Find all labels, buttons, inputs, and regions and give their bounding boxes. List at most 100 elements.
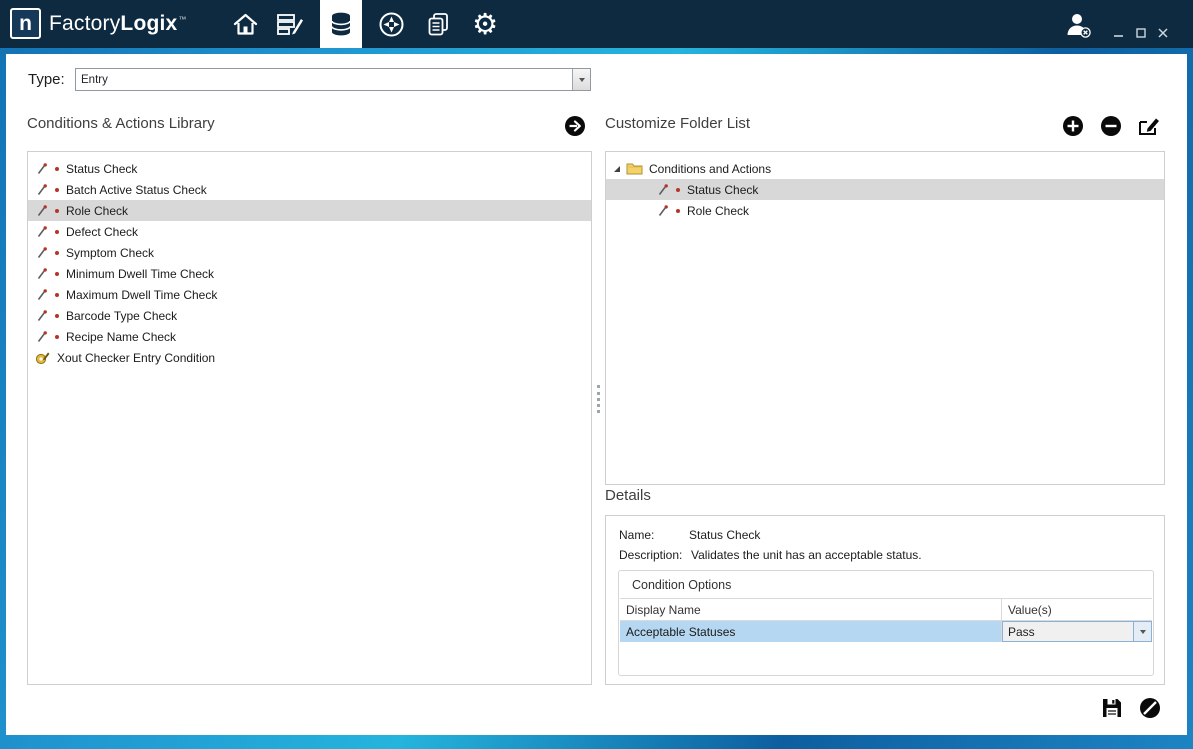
panel-splitter-handle[interactable]	[597, 385, 600, 413]
window-frame: Type: Entry Conditions & Actions Library…	[0, 48, 1193, 749]
chevron-down-icon	[1140, 630, 1146, 634]
bullet-icon	[676, 209, 680, 213]
list-item[interactable]: Defect Check	[28, 221, 591, 242]
type-dropdown-value: Entry	[76, 74, 572, 86]
tree-expander-icon[interactable]	[614, 166, 620, 172]
type-dropdown-arrow[interactable]	[572, 69, 590, 90]
option-display-name-cell[interactable]: Acceptable Statuses	[620, 621, 1002, 642]
list-item[interactable]: Batch Active Status Check	[28, 179, 591, 200]
tree-root-label: Conditions and Actions	[649, 162, 771, 176]
bullet-icon	[55, 209, 59, 213]
tree-root-item[interactable]: Conditions and Actions	[606, 158, 1164, 179]
list-item-label: Minimum Dwell Time Check	[66, 267, 214, 281]
table-header-row: Display Name Value(s)	[620, 599, 1152, 621]
process-plan-icon[interactable]	[269, 0, 311, 48]
remove-folder-button[interactable]	[1100, 115, 1122, 137]
folder-icon	[626, 162, 643, 175]
library-database-icon[interactable]	[320, 0, 362, 48]
condition-icon	[35, 330, 49, 344]
plus-icon	[1062, 115, 1084, 137]
folder-list-title: Customize Folder List	[605, 115, 750, 132]
tree-item-selected[interactable]: Status Check	[606, 179, 1164, 200]
condition-icon	[35, 246, 49, 260]
condition-options-table: Display Name Value(s) Acceptable Statuse…	[620, 598, 1152, 642]
gear-icon: ⚙	[472, 10, 498, 39]
condition-icon	[656, 183, 670, 197]
condition-icon	[35, 309, 49, 323]
column-header-display-name: Display Name	[620, 599, 1002, 620]
close-button[interactable]	[1154, 25, 1171, 41]
list-item[interactable]: Symptom Check	[28, 242, 591, 263]
list-item-label: Maximum Dwell Time Check	[66, 288, 217, 302]
minimize-icon	[1114, 28, 1124, 38]
xout-condition-icon	[35, 351, 50, 365]
detail-name-value: Status Check	[689, 528, 760, 542]
process-plan-icon-glyph	[276, 11, 304, 37]
save-button[interactable]	[1101, 697, 1123, 719]
cancel-button[interactable]	[1139, 697, 1161, 719]
list-item-selected[interactable]: Role Check	[28, 200, 591, 221]
main-content: Type: Entry Conditions & Actions Library…	[6, 54, 1187, 735]
maximize-icon	[1136, 28, 1146, 38]
condition-icon	[35, 267, 49, 281]
bullet-icon	[55, 272, 59, 276]
edit-folder-button[interactable]	[1137, 114, 1159, 136]
condition-icon	[35, 288, 49, 302]
detail-description-value: Validates the unit has an acceptable sta…	[691, 548, 922, 562]
bullet-icon	[676, 188, 680, 192]
list-item-label: Symptom Check	[66, 246, 154, 260]
condition-icon	[656, 204, 670, 218]
value-dropdown-arrow[interactable]	[1133, 622, 1151, 641]
list-item-label: Recipe Name Check	[66, 330, 176, 344]
minimize-button[interactable]	[1110, 25, 1127, 41]
condition-icon	[35, 183, 49, 197]
list-item-label: Batch Active Status Check	[66, 183, 207, 197]
list-item[interactable]: Barcode Type Check	[28, 305, 591, 326]
condition-icon	[35, 225, 49, 239]
bullet-icon	[55, 251, 59, 255]
bullet-icon	[55, 293, 59, 297]
documents-icon[interactable]	[417, 0, 459, 48]
option-value-cell[interactable]: Pass	[1002, 621, 1152, 642]
list-item[interactable]: Status Check	[28, 158, 591, 179]
type-dropdown[interactable]: Entry	[75, 68, 591, 91]
detail-description-label: Description:	[619, 548, 682, 562]
list-item[interactable]: Recipe Name Check	[28, 326, 591, 347]
bullet-icon	[55, 230, 59, 234]
user-logoff-icon[interactable]	[1063, 10, 1093, 40]
bullet-icon	[55, 188, 59, 192]
maximize-button[interactable]	[1132, 25, 1149, 41]
close-icon	[1158, 28, 1168, 38]
bullet-icon	[55, 335, 59, 339]
save-floppy-icon	[1101, 697, 1123, 719]
conditions-library-list[interactable]: Status Check Batch Active Status Check R…	[27, 151, 592, 685]
list-item[interactable]: Maximum Dwell Time Check	[28, 284, 591, 305]
move-right-button[interactable]	[564, 115, 586, 137]
brand-factory: Factory	[49, 12, 120, 36]
list-item[interactable]: Xout Checker Entry Condition	[28, 347, 591, 368]
condition-icon	[35, 204, 49, 218]
chevron-down-icon	[579, 78, 585, 82]
add-folder-button[interactable]	[1062, 115, 1084, 137]
titlebar: n FactoryLogix™	[0, 0, 1193, 48]
condition-options-title: Condition Options	[632, 578, 731, 592]
condition-options-groupbox: Condition Options Display Name Value(s) …	[618, 570, 1154, 676]
details-panel: Name: Status Check Description: Validate…	[605, 515, 1165, 685]
tree-item[interactable]: Role Check	[606, 200, 1164, 221]
library-title: Conditions & Actions Library	[27, 115, 215, 132]
dispatch-compass-icon[interactable]	[370, 0, 412, 48]
home-icon[interactable]	[224, 0, 266, 48]
brand-name: FactoryLogix™	[49, 0, 187, 48]
settings-gear-icon[interactable]: ⚙	[464, 0, 506, 48]
list-item-label: Barcode Type Check	[66, 309, 177, 323]
folder-tree[interactable]: Conditions and Actions Status Check Role…	[605, 151, 1165, 485]
documents-icon-glyph	[425, 11, 452, 38]
list-item[interactable]: Minimum Dwell Time Check	[28, 263, 591, 284]
list-item-label: Status Check	[66, 162, 137, 176]
condition-icon	[35, 162, 49, 176]
minus-icon	[1100, 115, 1122, 137]
table-row[interactable]: Acceptable Statuses Pass	[620, 621, 1152, 642]
value-dropdown[interactable]: Pass	[1002, 621, 1152, 642]
cancel-slash-icon	[1139, 697, 1161, 719]
tree-item-label: Role Check	[687, 204, 749, 218]
